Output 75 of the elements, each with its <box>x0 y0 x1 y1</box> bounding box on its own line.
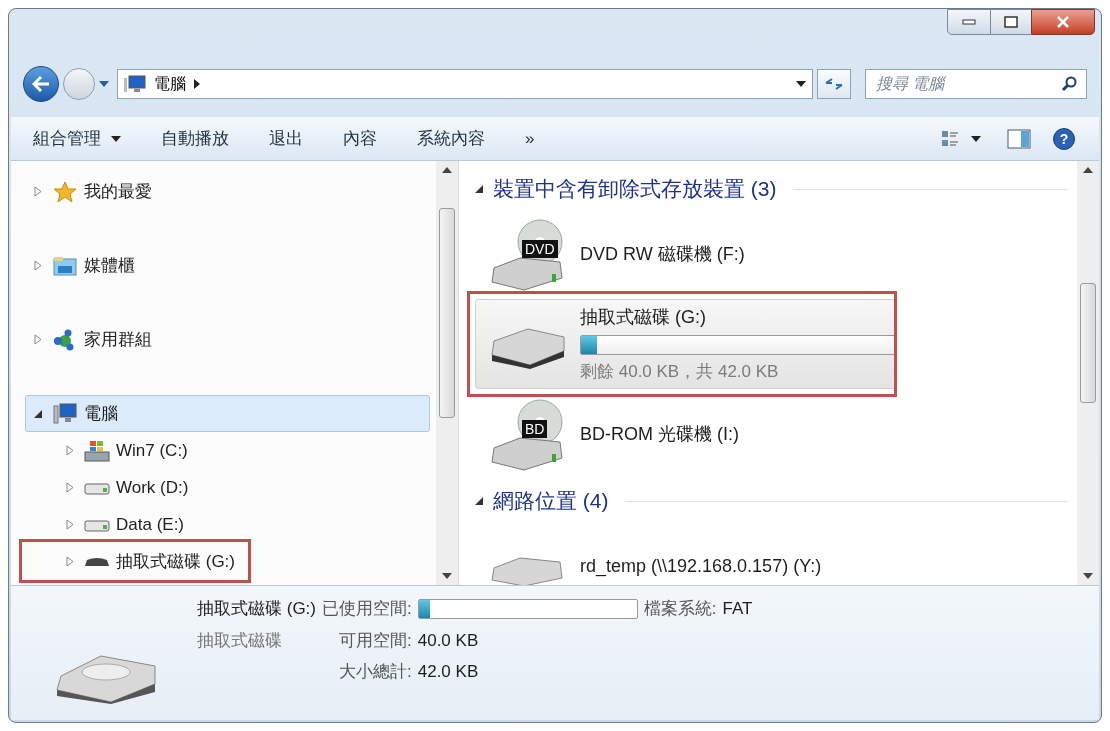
hard-drive-icon <box>84 480 110 495</box>
drive-name: DVD RW 磁碟機 (F:) <box>580 242 745 266</box>
tree-item[interactable]: Win7 (C:) <box>25 432 430 469</box>
field-label: 已使用空間: <box>322 598 412 620</box>
field-value: 42.0 KB <box>417 661 480 683</box>
toolbar-button[interactable]: 退出 <box>259 122 313 155</box>
removable-drive-icon <box>84 555 110 568</box>
group-header[interactable]: 裝置中含有卸除式存放裝置 (3) <box>493 173 777 205</box>
field-label: 可用空間: <box>338 629 412 652</box>
star-icon <box>52 180 78 203</box>
system-drive-icon <box>84 439 110 462</box>
tree-item[interactable]: 抽取式磁碟 (G:) <box>25 543 430 580</box>
chevron-icon[interactable] <box>194 79 200 89</box>
hard-drive-icon <box>84 517 110 532</box>
drive-space-text: 剩餘 40.0 KB，共 42.0 KB <box>580 360 780 383</box>
drive-tile[interactable]: BD BD-ROM 光碟機 (I:) <box>475 389 895 479</box>
back-button[interactable] <box>23 66 59 102</box>
scroll-down-icon[interactable] <box>442 573 452 579</box>
search-field[interactable]: 搜尋 電腦 <box>865 69 1087 99</box>
drive-badge: BD <box>522 420 548 438</box>
drive-type: 抽取式磁碟 <box>197 629 283 652</box>
toolbar-button[interactable]: 組合管理 <box>23 122 131 155</box>
toolbar-button[interactable]: » <box>515 122 545 155</box>
scrollbar-thumb[interactable] <box>1080 283 1096 403</box>
caret-icon <box>971 135 981 142</box>
drive-name: 抽取式磁碟 (G:) <box>580 305 707 329</box>
close-icon <box>1056 16 1070 28</box>
address-bar[interactable]: 電腦 <box>117 69 813 99</box>
minimize-icon <box>962 19 976 25</box>
field-value: FAT <box>722 598 753 620</box>
maximize-button[interactable] <box>991 9 1031 35</box>
minimize-button[interactable] <box>947 9 991 35</box>
scroll-down-icon[interactable] <box>1083 573 1093 579</box>
field-label: 檔案系統: <box>643 598 717 620</box>
help-button[interactable]: ? <box>1053 127 1075 150</box>
drive-badge: DVD <box>522 240 558 258</box>
caret-icon <box>111 135 121 142</box>
toolbar-button[interactable]: 系統內容 <box>407 122 495 155</box>
scrollbar-thumb[interactable] <box>439 208 455 418</box>
field-value: 40.0 KB <box>417 629 480 652</box>
tree-item[interactable]: Data (E:) <box>25 506 430 543</box>
back-arrow-icon <box>32 76 50 92</box>
drive-name: BD-ROM 光碟機 (I:) <box>580 422 739 446</box>
drive-tile[interactable]: rd_temp (\\192.168.0.157) (Y:) <box>475 521 895 585</box>
preview-pane-icon <box>1007 128 1031 149</box>
library-folder-icon <box>52 255 78 276</box>
scroll-up-icon[interactable] <box>442 167 452 173</box>
dropdown-arrow-icon[interactable] <box>796 81 806 87</box>
drive-tile[interactable]: DVD DVD RW 磁碟機 (F:) <box>475 209 895 299</box>
view-list-icon <box>941 129 959 148</box>
scrollbar[interactable] <box>1077 161 1099 585</box>
drive-tile[interactable]: 抽取式磁碟 (G:) 剩餘 40.0 KB，共 42.0 KB <box>475 299 895 389</box>
toolbar-button[interactable]: 內容 <box>333 122 387 155</box>
drive-name: 抽取式磁碟 (G:) <box>197 598 316 620</box>
tree-item[interactable]: Work (D:) <box>25 469 430 506</box>
drive-name: rd_temp (\\192.168.0.157) (Y:) <box>580 554 822 579</box>
refresh-button[interactable] <box>817 69 851 99</box>
scrollbar[interactable] <box>436 161 458 585</box>
toolbar-button[interactable]: 自動播放 <box>151 122 239 155</box>
tree-item[interactable]: 家用群組 <box>25 321 430 358</box>
tree-item[interactable]: 媒體櫃 <box>25 247 430 284</box>
collapse-arrow-icon[interactable] <box>475 497 483 505</box>
close-button[interactable] <box>1031 9 1095 35</box>
computer-icon <box>52 402 78 425</box>
collapse-arrow-icon[interactable] <box>475 185 483 193</box>
tree-item[interactable]: 我的最愛 <box>25 173 430 210</box>
computer-icon <box>124 75 146 93</box>
tree-item[interactable]: 電腦 <box>25 395 430 432</box>
refresh-icon <box>824 77 844 91</box>
field-label: 大小總計: <box>338 661 412 683</box>
scroll-up-icon[interactable] <box>1083 167 1093 173</box>
address-segment[interactable]: 電腦 <box>154 72 186 96</box>
group-header[interactable]: 網路位置 (4) <box>493 485 609 517</box>
maximize-icon <box>1004 16 1018 28</box>
search-icon <box>1061 76 1077 92</box>
